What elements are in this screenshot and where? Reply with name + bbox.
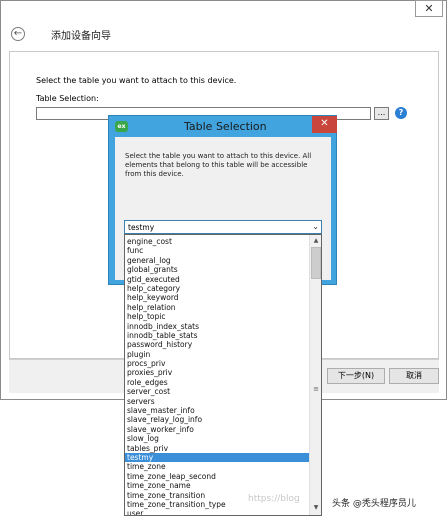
chevron-down-icon[interactable]: ⌄	[312, 222, 319, 231]
dropdown-option[interactable]: innodb_index_stats	[125, 322, 309, 331]
dropdown-option[interactable]: role_edges	[125, 378, 309, 387]
dropdown-option[interactable]: proxies_priv	[125, 368, 309, 377]
app-logo-icon: ex	[115, 121, 128, 132]
dropdown-option[interactable]: help_keyword	[125, 293, 309, 302]
help-icon[interactable]: ?	[395, 107, 407, 119]
next-button[interactable]: 下一步(N)	[327, 368, 385, 384]
dropdown-option[interactable]: global_grants	[125, 265, 309, 274]
dropdown-option[interactable]: plugin	[125, 350, 309, 359]
dropdown-scrollbar[interactable]: ▲ ≡ ▼	[309, 235, 321, 515]
combobox-selected-value: testmy	[128, 223, 155, 232]
dropdown-option[interactable]: func	[125, 246, 309, 255]
dialog-close-button[interactable]: ✕	[312, 116, 337, 133]
wizard-title: 添加设备向导	[51, 31, 111, 42]
table-combobox[interactable]: testmy ⌄	[124, 220, 322, 234]
dropdown-option[interactable]: server_cost	[125, 387, 309, 396]
dropdown-option[interactable]: servers	[125, 397, 309, 406]
dropdown-option[interactable]: help_topic	[125, 312, 309, 321]
dropdown-option[interactable]: slave_relay_log_info	[125, 415, 309, 424]
dropdown-option[interactable]: time_zone_leap_second	[125, 472, 309, 481]
dropdown-option[interactable]: testmy	[125, 452, 309, 463]
dropdown-option[interactable]: general_log	[125, 256, 309, 265]
cancel-button[interactable]: 取消	[389, 368, 439, 384]
wizard-close-button[interactable]: ✕	[415, 0, 443, 17]
dropdown-option[interactable]: user	[125, 509, 309, 515]
dropdown-option[interactable]: slave_master_info	[125, 406, 309, 415]
dropdown-option[interactable]: tables_priv	[125, 444, 309, 453]
dropdown-option[interactable]: time_zone_name	[125, 481, 309, 490]
dropdown-option[interactable]: gtid_executed	[125, 275, 309, 284]
scroll-grip-icon: ≡	[313, 385, 319, 393]
dropdown-option[interactable]: innodb_table_stats	[125, 331, 309, 340]
dialog-message: Select the table you want to attach to t…	[125, 152, 312, 178]
scroll-up-icon[interactable]: ▲	[310, 236, 321, 246]
table-selection-label: Table Selection:	[36, 94, 99, 103]
dropdown-option[interactable]: slave_worker_info	[125, 425, 309, 434]
dropdown-option[interactable]: time_zone	[125, 462, 309, 471]
back-arrow-icon[interactable]: ←	[11, 27, 25, 41]
table-dropdown-list[interactable]: engine_cost func general_log global_grants g…	[124, 234, 322, 516]
dropdown-options: engine_cost func general_log global_grants g…	[125, 237, 309, 515]
dropdown-option[interactable]: help_relation	[125, 303, 309, 312]
dropdown-option[interactable]: procs_priv	[125, 359, 309, 368]
dropdown-option[interactable]: password_history	[125, 340, 309, 349]
watermark-url: https://blog	[248, 494, 300, 504]
wizard-prompt-text: Select the table you want to attach to t…	[36, 76, 237, 85]
watermark-author: 头条 @秃头程序员儿	[332, 499, 416, 509]
dropdown-option[interactable]: help_category	[125, 284, 309, 293]
dialog-title: Table Selection	[184, 120, 267, 133]
browse-button[interactable]: ...	[374, 107, 389, 120]
scrollbar-thumb[interactable]	[311, 247, 321, 279]
scroll-down-icon[interactable]: ▼	[310, 503, 321, 513]
dropdown-option[interactable]: slow_log	[125, 434, 309, 443]
dropdown-option[interactable]: engine_cost	[125, 237, 309, 246]
